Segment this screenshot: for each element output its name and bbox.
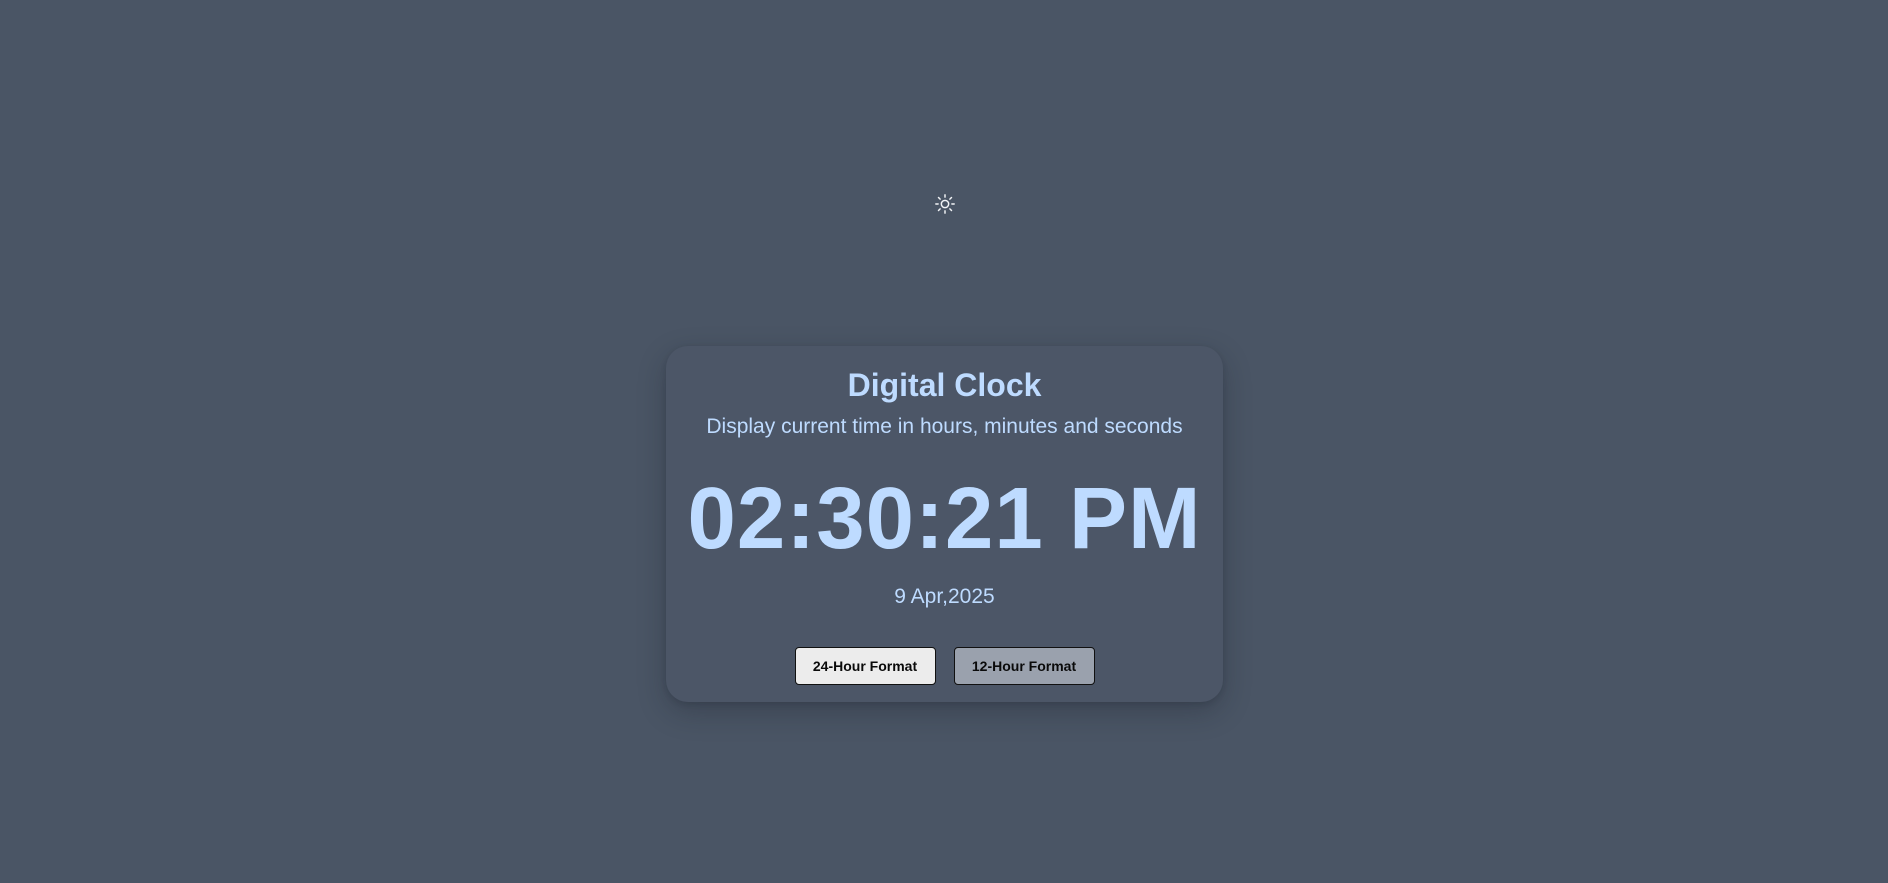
clock-title: Digital Clock <box>847 367 1042 403</box>
sun-icon <box>934 193 956 220</box>
24-hour-format-button[interactable]: 24-Hour Format <box>794 647 936 685</box>
12-hour-format-button[interactable]: 12-Hour Format <box>953 647 1095 685</box>
theme-toggle-button[interactable] <box>933 193 957 220</box>
time-display: 02:30:21 PM <box>687 470 1202 567</box>
date-display: 9 Apr,2025 <box>894 585 995 608</box>
format-buttons: 24-Hour Format 12-Hour Format <box>666 647 1223 685</box>
clock-card: Digital Clock Display current time in ho… <box>666 346 1223 702</box>
clock-subtitle: Display current time in hours, minutes a… <box>706 415 1183 438</box>
